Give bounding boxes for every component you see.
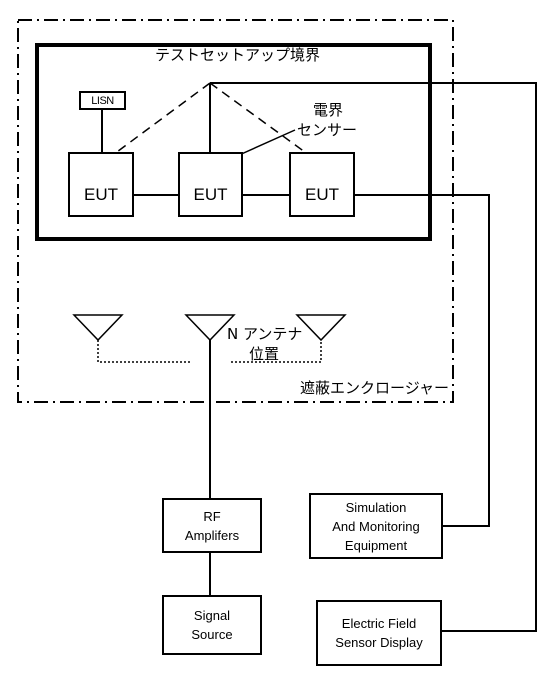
rf-amplifiers-label-line2: Amplifers [184,527,240,543]
antenna-label-line1: N アンテナ [227,325,303,343]
eut-box-3: EUT [289,152,355,217]
lisn-box: LISN [79,91,126,110]
rf-amplifiers-box: RF Amplifers [162,498,262,553]
shielded-enclosure-label: 遮蔽エンクロージャー [300,379,449,397]
simulation-monitoring-box: Simulation And Monitoring Equipment [309,493,443,559]
signal-source-box: Signal Source [162,595,262,655]
simulation-label-line1: Simulation [345,499,407,515]
field-sensor-display-box: Electric Field Sensor Display [316,600,442,666]
signal-source-label-line2: Source [191,627,233,642]
field-display-label-line2: Sensor Display [335,635,423,650]
simulation-label-line3: Equipment [344,537,408,553]
eut-box-2: EUT [178,152,243,217]
field-sensor-label-line1: 電界 [313,101,344,119]
antenna-left-icon [72,314,124,342]
eut-box-1: EUT [68,152,134,217]
lisn-label: LISN [91,94,114,107]
rf-amplifiers-label-line1: RF [203,508,221,524]
eut-label: EUT [193,184,228,204]
antenna-right-icon [295,314,347,342]
antenna-label-line2: 位置 [249,345,280,363]
field-sensor-label-line2: センサー [297,121,358,139]
eut-monitoring-wire [354,194,490,527]
antenna-positions-left [97,340,190,363]
signal-source-label-line1: Signal [193,608,231,623]
eut-label: EUT [84,184,118,204]
field-display-label-line1: Electric Field [341,616,417,631]
simulation-label-line2: And Monitoring [332,518,420,534]
test-setup-boundary-label: テストセットアップ境界 [155,46,321,64]
eut-label: EUT [305,184,339,204]
